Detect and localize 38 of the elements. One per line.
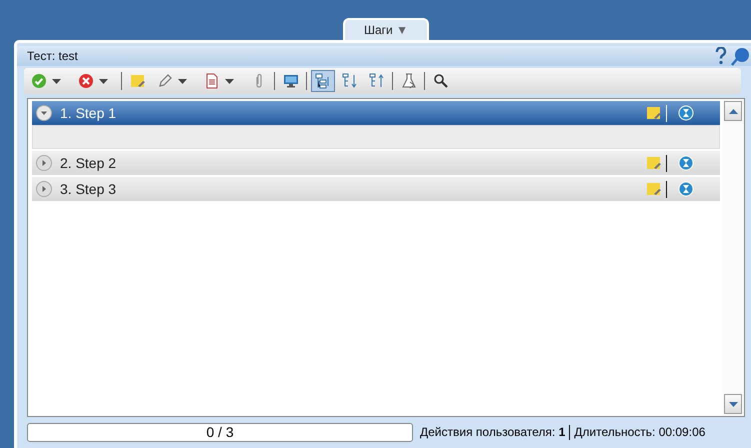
caret-icon bbox=[178, 78, 187, 84]
expand-icon[interactable] bbox=[36, 155, 52, 171]
scroll-up-button[interactable] bbox=[724, 101, 742, 121]
panel-title: Тест: test bbox=[27, 49, 79, 63]
step-row[interactable]: 2. Step 2 bbox=[32, 151, 720, 177]
arrow-down-icon bbox=[728, 402, 738, 406]
check-icon bbox=[31, 73, 47, 89]
cancel-icon bbox=[78, 73, 94, 89]
flask-icon bbox=[401, 73, 417, 89]
caret-icon bbox=[225, 78, 234, 84]
tree-up-icon bbox=[369, 73, 385, 89]
caret-icon bbox=[52, 78, 61, 84]
note-icon bbox=[130, 73, 146, 89]
note-icon[interactable] bbox=[646, 181, 662, 197]
note-icon[interactable] bbox=[646, 105, 662, 121]
step-row[interactable]: 3. Step 3 bbox=[32, 177, 720, 203]
expand-icon[interactable] bbox=[36, 105, 52, 121]
document-icon bbox=[204, 73, 220, 89]
hourglass-icon[interactable] bbox=[678, 105, 694, 121]
help-icon[interactable] bbox=[715, 47, 727, 65]
steps-tab[interactable]: Шаги ▼ bbox=[343, 18, 429, 40]
tree-down-icon bbox=[342, 73, 358, 89]
hourglass-icon[interactable] bbox=[678, 181, 694, 197]
arrow-up-icon bbox=[728, 108, 738, 114]
expand-icon[interactable] bbox=[36, 181, 52, 197]
caret-icon bbox=[99, 78, 108, 84]
user-actions-text: Действия пользователя: 1 bbox=[420, 425, 566, 439]
tree-button[interactable] bbox=[311, 70, 335, 92]
hourglass-icon[interactable] bbox=[678, 155, 694, 171]
search-icon bbox=[433, 73, 449, 89]
note-icon[interactable] bbox=[646, 155, 662, 171]
duration-text: Длительность: 00:09:06 bbox=[574, 425, 706, 439]
step-row[interactable]: 1. Step 1 bbox=[32, 101, 720, 125]
scrollbar[interactable] bbox=[722, 99, 744, 416]
monitor-icon bbox=[283, 73, 299, 89]
pencil-icon bbox=[157, 73, 173, 89]
scroll-down-button[interactable] bbox=[724, 394, 742, 414]
tree-icon bbox=[315, 73, 331, 89]
